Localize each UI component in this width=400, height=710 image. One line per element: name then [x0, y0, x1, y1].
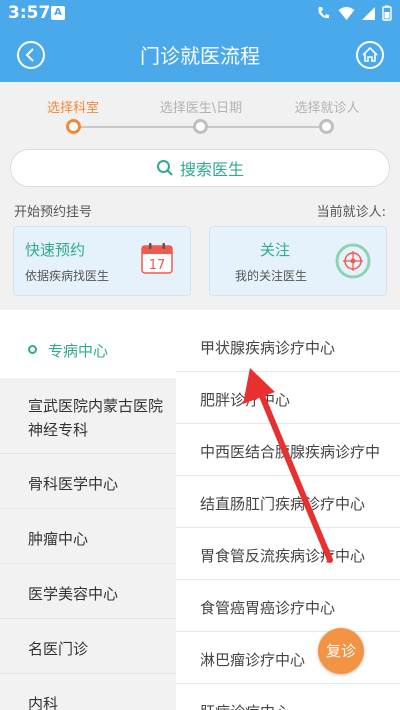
page-title: 门诊就医流程	[140, 44, 260, 68]
search-icon	[156, 160, 173, 176]
revisit-button[interactable]: 复诊	[318, 628, 364, 674]
status-bar: 3:57 A	[0, 0, 400, 26]
battery-icon	[382, 5, 392, 21]
sidebar-item-label-line2: 神经专科	[28, 421, 89, 439]
quick-access-section: 开始预约挂号 当前就诊人: 快速预约 依据疾病找医生 17 关注 我的关注医生	[0, 190, 400, 310]
sidebar-item-label: 专病中心	[48, 342, 109, 360]
sidebar-item-orthopedics[interactable]: 骨科医学中心	[0, 454, 176, 509]
list-item[interactable]: 中西医结合胰腺疾病诊疗中	[176, 424, 400, 476]
quick-booking-subtitle: 依据疾病找医生	[25, 269, 110, 283]
status-time: 3:57	[8, 3, 51, 23]
list-item[interactable]: 结直肠肛门疾病诊疗中心	[176, 476, 400, 528]
search-doctor-button[interactable]: 搜索医生	[10, 149, 390, 187]
call-icon	[318, 7, 329, 19]
list-item[interactable]: 甲状腺疾病诊疗中心	[176, 320, 400, 372]
department-list: 甲状腺疾病诊疗中心 肥胖诊疗中心 中西医结合胰腺疾病诊疗中 结直肠肛门疾病诊疗中…	[176, 316, 400, 710]
department-sidebar: 专病中心 宣武医院内蒙古医院 神经专科 骨科医学中心 肿瘤中心 医学美容中心 名…	[0, 316, 176, 710]
search-label: 搜索医生	[179, 160, 244, 179]
quick-booking-title: 快速预约	[25, 241, 86, 259]
sidebar-item-special-disease-center[interactable]: 专病中心	[0, 316, 176, 378]
step-dot-doctor-date	[193, 119, 208, 134]
list-item-label: 结直肠肛门疾病诊疗中心	[200, 495, 366, 513]
sidebar-item-label: 骨科医学中心	[28, 475, 119, 493]
sidebar-item-famous-doctors[interactable]: 名医门诊	[0, 619, 176, 674]
calendar-icon: 17	[141, 243, 173, 274]
followed-title: 关注	[260, 241, 291, 259]
step-label-doctor-date: 选择医生\日期	[159, 101, 243, 116]
sidebar-item-xuanwu-neurology[interactable]: 宣武医院内蒙古医院 神经专科	[0, 378, 176, 454]
booking-section-title: 开始预约挂号	[14, 205, 93, 220]
list-item-label: 胃食管反流疾病诊疗中心	[200, 547, 366, 565]
list-item-label: 肝病诊疗中心	[200, 701, 290, 710]
calendar-day: 17	[149, 258, 166, 273]
list-item[interactable]: 胃食管反流疾病诊疗中心	[176, 528, 400, 580]
signal-icon	[362, 6, 375, 20]
list-item[interactable]: 淋巴瘤诊疗中心	[176, 632, 400, 684]
list-item-label: 食管癌胃癌诊疗中心	[200, 599, 336, 617]
search-inner: 搜索医生	[11, 150, 389, 186]
quick-booking-card[interactable]: 快速预约 依据疾病找医生 17	[13, 226, 191, 296]
app-header: 3:57 A 门诊就医流程	[0, 0, 400, 82]
step-label-patient: 选择就诊人	[294, 101, 360, 116]
list-item-label: 肥胖诊疗中心	[200, 391, 291, 409]
sidebar-item-label: 医学美容中心	[28, 585, 119, 603]
wifi-icon	[338, 6, 355, 20]
target-icon	[335, 243, 371, 279]
home-icon	[362, 46, 378, 62]
selected-dot-icon	[28, 345, 37, 354]
current-patient-label[interactable]: 当前就诊人:	[317, 201, 386, 220]
step-label-department: 选择科室	[46, 101, 99, 116]
followed-doctors-card[interactable]: 关注 我的关注医生	[209, 226, 387, 296]
home-button[interactable]	[356, 41, 384, 69]
list-item-label: 中西医结合胰腺疾病诊疗中	[200, 443, 381, 461]
sidebar-item-oncology[interactable]: 肿瘤中心	[0, 509, 176, 564]
followed-subtitle: 我的关注医生	[235, 269, 308, 283]
list-item[interactable]: 肝病诊疗中心	[176, 684, 400, 710]
sidebar-item-cosmetic-medicine[interactable]: 医学美容中心	[0, 564, 176, 619]
notification-icon: A	[51, 6, 65, 20]
list-item[interactable]: 肥胖诊疗中心	[176, 372, 400, 424]
sidebar-item-label: 宣武医院内蒙古医院	[28, 397, 164, 415]
list-item[interactable]: 食管癌胃癌诊疗中心	[176, 580, 400, 632]
status-icons	[316, 5, 392, 21]
step-dot-patient	[319, 119, 334, 134]
list-item-label: 淋巴瘤诊疗中心	[200, 651, 306, 669]
list-item-label: 甲状腺疾病诊疗中心	[200, 339, 336, 357]
sidebar-item-label: 肿瘤中心	[28, 530, 89, 548]
sidebar-item-label: 名医门诊	[28, 640, 89, 658]
step-dot-department	[66, 119, 81, 134]
sidebar-item-internal-medicine[interactable]: 内科	[0, 674, 176, 710]
sidebar-item-label: 内科	[28, 695, 59, 710]
